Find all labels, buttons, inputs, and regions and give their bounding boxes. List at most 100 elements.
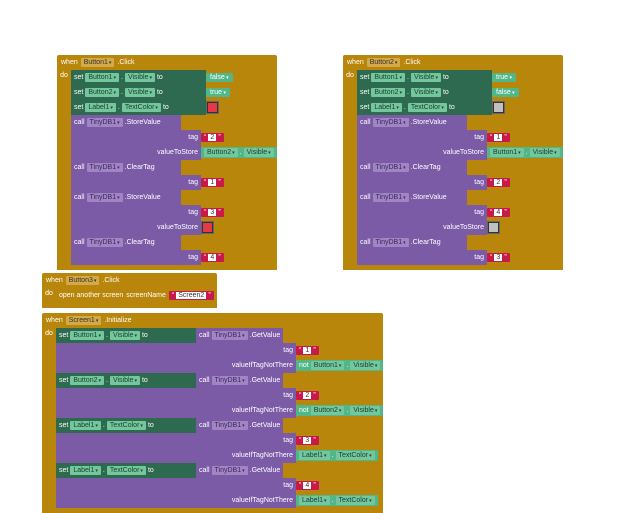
component-dd[interactable]: Button2▾ bbox=[70, 376, 104, 385]
set-property-row[interactable]: set Button1▾ . Visible▾ to bbox=[357, 70, 492, 85]
component-dd[interactable]: TinyDB1▾ bbox=[212, 331, 248, 340]
component-dd[interactable]: TinyDB1▾ bbox=[87, 118, 123, 127]
component-dd[interactable]: TinyDB1▾ bbox=[373, 238, 409, 247]
component-dd[interactable]: Label1▾ bbox=[70, 421, 101, 430]
arg-row: valueIfTagNotThere bbox=[56, 493, 296, 508]
property-getter-block[interactable]: Label1▾ . TextColor▾ bbox=[296, 450, 378, 461]
string-block[interactable]: “4” bbox=[296, 481, 319, 490]
property-dd[interactable]: TextColor▾ bbox=[107, 466, 146, 475]
color-block[interactable] bbox=[201, 221, 214, 234]
bool-block[interactable]: false ▾ bbox=[492, 88, 519, 97]
property-dd[interactable]: TextColor▾ bbox=[408, 103, 447, 112]
component-dd[interactable]: TinyDB1▾ bbox=[373, 193, 409, 202]
component-dd[interactable]: Button1▾ bbox=[85, 73, 119, 82]
component-dd[interactable]: Button2▾ bbox=[367, 58, 401, 67]
call-method-row[interactable]: call TinyDB1▾.GetValue bbox=[196, 328, 283, 343]
string-block[interactable]: “4” bbox=[201, 253, 224, 262]
color-block[interactable] bbox=[206, 101, 219, 114]
call-method-row[interactable]: call TinyDB1▾.StoreValue bbox=[71, 115, 181, 130]
component-dd[interactable]: Label1▾ bbox=[371, 103, 402, 112]
when-screen1-initialize-block[interactable]: when Screen1▾ .Initialize do set Button1… bbox=[42, 313, 383, 513]
set-property-row[interactable]: set Button1▾ . Visible▾ to bbox=[71, 70, 206, 85]
set-property-row[interactable]: set Button2▾ . Visible▾ to bbox=[56, 373, 196, 388]
component-dd[interactable]: TinyDB1▾ bbox=[212, 421, 248, 430]
when-button2-click-block[interactable]: when Button2▾ .Click do set Button1▾ . V… bbox=[343, 55, 563, 270]
bool-block[interactable]: true ▾ bbox=[492, 73, 516, 82]
arg-row: tag bbox=[56, 388, 296, 403]
call-method-row[interactable]: call TinyDB1▾.ClearTag bbox=[357, 160, 467, 175]
component-dd[interactable]: Label1▾ bbox=[85, 103, 116, 112]
bool-block[interactable]: true ▾ bbox=[206, 88, 230, 97]
call-method-row[interactable]: call TinyDB1▾.StoreValue bbox=[357, 115, 467, 130]
string-block[interactable]: “4” bbox=[487, 208, 510, 217]
component-dd[interactable]: Button1▾ bbox=[371, 73, 405, 82]
event-name: .Click bbox=[102, 277, 119, 284]
set-property-row[interactable]: set Label1▾ . TextColor▾ to bbox=[71, 100, 206, 115]
property-getter-block[interactable]: Button2▾ . Visible▾ bbox=[201, 147, 277, 158]
component-dd[interactable]: Button1▾ bbox=[70, 331, 104, 340]
arg-row: tag bbox=[357, 250, 487, 265]
property-getter-block[interactable]: Button1▾ . Visible▾ bbox=[487, 147, 563, 158]
string-block[interactable]: “2” bbox=[296, 391, 319, 400]
arg-row: tag bbox=[56, 343, 296, 358]
property-dd[interactable]: Visible▾ bbox=[110, 331, 140, 340]
component-dd[interactable]: TinyDB1▾ bbox=[87, 163, 123, 172]
arg-row: valueToStore bbox=[71, 220, 201, 235]
component-dd[interactable]: Label1▾ bbox=[70, 466, 101, 475]
not-block[interactable]: not Button2▾ . Visible▾ bbox=[296, 405, 383, 416]
component-dd[interactable]: Button2▾ bbox=[85, 88, 119, 97]
bool-block[interactable]: false ▾ bbox=[206, 73, 233, 82]
property-dd[interactable]: TextColor▾ bbox=[122, 103, 161, 112]
component-dd[interactable]: Button1▾ bbox=[81, 58, 115, 67]
string-block[interactable]: “Screen2” bbox=[169, 291, 214, 300]
arg-row: tag bbox=[71, 175, 201, 190]
arg-row: valueIfTagNotThere bbox=[56, 358, 296, 373]
property-dd[interactable]: Visible▾ bbox=[411, 73, 441, 82]
call-method-row[interactable]: call TinyDB1▾.GetValue bbox=[196, 373, 283, 388]
property-dd[interactable]: Visible▾ bbox=[110, 376, 140, 385]
call-method-row[interactable]: call TinyDB1▾.StoreValue bbox=[71, 190, 181, 205]
set-property-row[interactable]: set Button2▾ . Visible▾ to bbox=[357, 85, 492, 100]
call-method-row[interactable]: call TinyDB1▾.ClearTag bbox=[71, 235, 181, 250]
call-method-row[interactable]: call TinyDB1▾.GetValue bbox=[196, 418, 283, 433]
string-block[interactable]: “1” bbox=[296, 346, 319, 355]
string-block[interactable]: “2” bbox=[487, 178, 510, 187]
set-property-row[interactable]: set Label1▾ . TextColor▾ to bbox=[357, 100, 492, 115]
string-block[interactable]: “1” bbox=[487, 133, 510, 142]
component-dd[interactable]: Screen1▾ bbox=[66, 316, 102, 325]
string-block[interactable]: “3” bbox=[201, 208, 224, 217]
set-property-row[interactable]: set Button1▾ . Visible▾ to bbox=[56, 328, 196, 343]
color-block[interactable] bbox=[487, 221, 500, 234]
set-property-row[interactable]: set Label1▾ . TextColor▾ to bbox=[56, 463, 196, 478]
color-block[interactable] bbox=[492, 101, 505, 114]
component-dd[interactable]: TinyDB1▾ bbox=[87, 193, 123, 202]
open-screen-row[interactable]: open another screen screenName “Screen2” bbox=[56, 288, 217, 303]
property-dd[interactable]: Visible▾ bbox=[125, 73, 155, 82]
component-dd[interactable]: TinyDB1▾ bbox=[373, 118, 409, 127]
component-dd[interactable]: TinyDB1▾ bbox=[212, 376, 248, 385]
component-dd[interactable]: TinyDB1▾ bbox=[87, 238, 123, 247]
property-getter-block[interactable]: Label1▾ . TextColor▾ bbox=[296, 495, 378, 506]
set-property-row[interactable]: set Button2▾ . Visible▾ to bbox=[71, 85, 206, 100]
call-method-row[interactable]: call TinyDB1▾.ClearTag bbox=[357, 235, 467, 250]
string-block[interactable]: “2” bbox=[201, 133, 224, 142]
component-dd[interactable]: Button3▾ bbox=[66, 276, 100, 285]
property-dd[interactable]: TextColor▾ bbox=[107, 421, 146, 430]
string-block[interactable]: “3” bbox=[296, 436, 319, 445]
not-block[interactable]: not Button1▾ . Visible▾ bbox=[296, 360, 383, 371]
component-dd[interactable]: TinyDB1▾ bbox=[212, 466, 248, 475]
component-dd[interactable]: TinyDB1▾ bbox=[373, 163, 409, 172]
when-kw: when bbox=[61, 59, 78, 66]
property-dd[interactable]: Visible▾ bbox=[411, 88, 441, 97]
call-method-row[interactable]: call TinyDB1▾.GetValue bbox=[196, 463, 283, 478]
set-property-row[interactable]: set Label1▾ . TextColor▾ to bbox=[56, 418, 196, 433]
call-method-row[interactable]: call TinyDB1▾.StoreValue bbox=[357, 190, 467, 205]
string-block[interactable]: “1” bbox=[201, 178, 224, 187]
component-dd[interactable]: Button2▾ bbox=[371, 88, 405, 97]
when-button3-click-block[interactable]: when Button3▾ .Click do open another scr… bbox=[42, 273, 217, 308]
property-dd[interactable]: Visible▾ bbox=[125, 88, 155, 97]
call-method-row[interactable]: call TinyDB1▾.ClearTag bbox=[71, 160, 181, 175]
when-button1-click-block[interactable]: when Button1▾ .Click do set Button1▾ . V… bbox=[57, 55, 277, 270]
string-block[interactable]: “3” bbox=[487, 253, 510, 262]
arg-row: tag bbox=[56, 478, 296, 493]
